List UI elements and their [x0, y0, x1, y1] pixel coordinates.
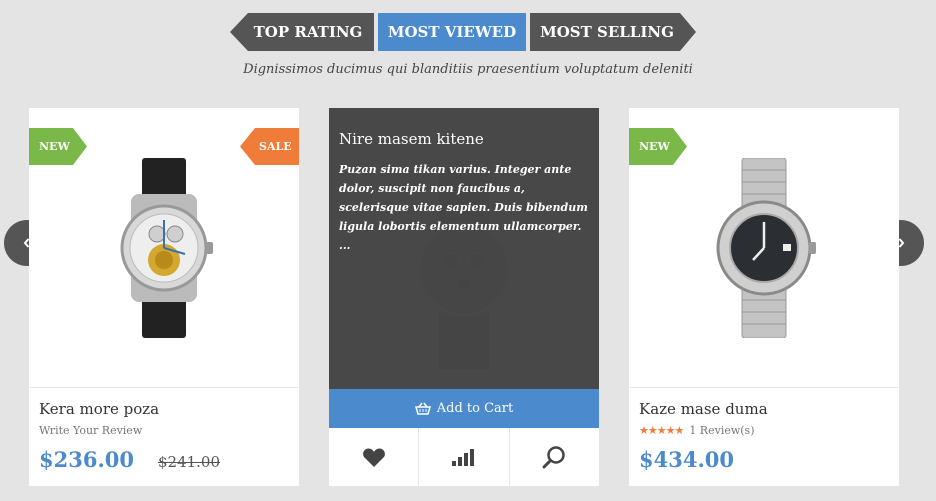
product-price: $236.00 [39, 447, 134, 472]
product-quickview-overlay: Nire masem kitene Puzan sima tikan variu… [329, 108, 599, 389]
basket-icon [414, 402, 431, 415]
review-count-link[interactable]: 1 Review(s) [689, 424, 754, 437]
product-card[interactable]: NEW Kaze mase duma ★★★★★ 1 Review(s) $43… [629, 108, 899, 486]
heart-icon [362, 448, 385, 467]
product-actions [329, 428, 599, 486]
compare-button[interactable] [419, 428, 510, 486]
section-subtitle: Dignissimos ducimus qui blanditiis praes… [243, 62, 693, 77]
tab-top-rating[interactable]: TOP RATING [230, 13, 374, 51]
rating: ★★★★★ 1 Review(s) [639, 424, 889, 437]
product-name[interactable]: Kera more poza [39, 400, 289, 418]
search-icon [542, 446, 566, 469]
steel-watch-icon [716, 157, 816, 338]
product-price: $434.00 [639, 447, 734, 472]
skeleton-watch-icon [120, 157, 213, 338]
compare-icon [451, 449, 474, 466]
product-name[interactable]: Kaze mase duma [639, 400, 889, 418]
old-price: $241.00 [157, 453, 221, 471]
product-tabs: TOP RATING MOST VIEWED MOST SELLING [230, 13, 696, 51]
product-name[interactable]: Nire masem kitene [339, 130, 589, 148]
add-to-cart-label: Add to Cart [436, 401, 514, 416]
quickview-button[interactable] [510, 428, 599, 486]
product-card[interactable]: NEW SALE Kera more poza Write Your Revie… [29, 108, 299, 486]
product-card-hovered[interactable]: Nire masem kitene Puzan sima tikan variu… [329, 108, 599, 486]
tab-most-selling[interactable]: MOST SELLING [530, 13, 696, 51]
write-review-link[interactable]: Write Your Review [39, 424, 289, 437]
wishlist-button[interactable] [329, 428, 420, 486]
tab-most-viewed[interactable]: MOST VIEWED [378, 13, 526, 51]
rating-stars: ★★★★★ [639, 424, 684, 437]
product-description: Puzan sima tikan varius. Integer ante do… [339, 163, 588, 252]
add-to-cart-button[interactable]: Add to Cart [329, 389, 599, 428]
